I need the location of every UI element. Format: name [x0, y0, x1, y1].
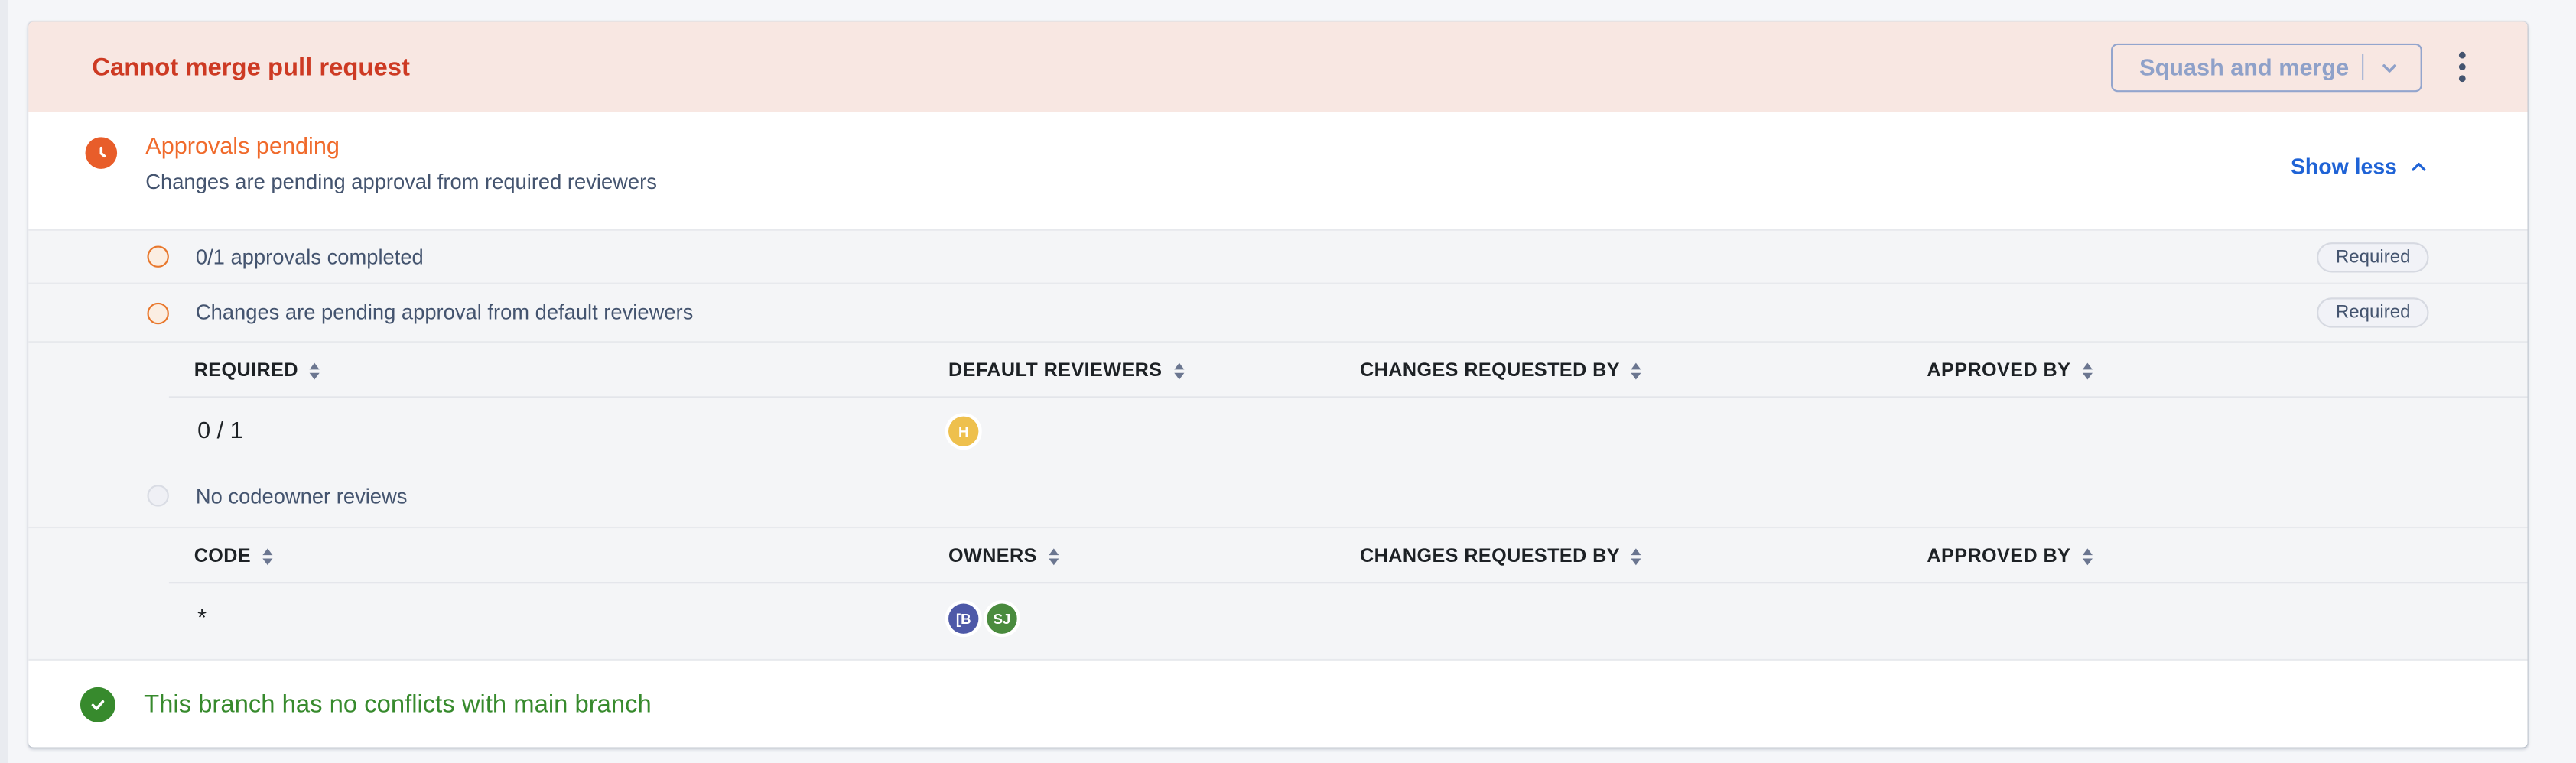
sort-icon[interactable] [1049, 547, 1059, 564]
no-conflicts-section: This branch has no conflicts with main b… [28, 659, 2527, 748]
column-header-code[interactable]: CODE [28, 546, 948, 566]
check-row-default-reviewers: Changes are pending approval from defaul… [28, 283, 2527, 342]
column-header-label: DEFAULT REVIEWERS [948, 360, 1162, 380]
sort-icon[interactable] [1631, 362, 1641, 378]
avatar[interactable]: SJ [987, 604, 1016, 634]
check-row-approvals-count: 0/1 approvals completed Required [28, 229, 2527, 283]
required-badge: Required [2317, 242, 2429, 271]
chevron-up-icon [2408, 156, 2428, 176]
required-reviewers-table: REQUIRED DEFAULT REVIEWERS CHANGES REQUE… [28, 341, 2527, 527]
sort-icon[interactable] [2083, 362, 2093, 378]
neutral-status-circle-icon [147, 485, 168, 506]
default-reviewers-avatars: H [948, 417, 1360, 446]
merge-status-card: Cannot merge pull request Squash and mer… [28, 21, 2527, 747]
approvals-pending-subtitle: Changes are pending approval from requir… [145, 167, 657, 197]
squash-and-merge-button[interactable]: Squash and merge [2111, 43, 2422, 91]
clock-icon [86, 137, 118, 169]
column-header-label: CODE [194, 546, 251, 566]
required-count-value: 0 / 1 [194, 417, 243, 443]
sort-icon[interactable] [2083, 547, 2093, 564]
table-header-row: CODE OWNERS CHANGES REQUESTED BY APPROVE… [28, 528, 2527, 583]
no-conflicts-message: This branch has no conflicts with main b… [144, 690, 652, 718]
merge-button-divider [2362, 54, 2363, 80]
table-header-row: REQUIRED DEFAULT REVIEWERS CHANGES REQUE… [28, 343, 2527, 398]
column-header-changes-requested-by[interactable]: CHANGES REQUESTED BY [1360, 546, 1927, 566]
sort-icon[interactable] [1631, 547, 1641, 564]
table-row: 0 / 1 H [28, 398, 2527, 465]
pending-status-circle-icon [147, 302, 168, 323]
column-header-approved-by[interactable]: APPROVED BY [1927, 360, 2527, 380]
codeowner-status-label: No codeowner reviews [196, 484, 408, 508]
cannot-merge-banner: Cannot merge pull request Squash and mer… [28, 21, 2527, 112]
column-header-label: CHANGES REQUESTED BY [1360, 360, 1620, 380]
column-header-default-reviewers[interactable]: DEFAULT REVIEWERS [948, 360, 1360, 380]
column-header-label: APPROVED BY [1927, 360, 2070, 380]
pending-status-circle-icon [147, 245, 168, 267]
page-left-gutter [0, 0, 8, 763]
owners-avatars: [B SJ [948, 604, 1360, 634]
check-label: 0/1 approvals completed [196, 245, 424, 268]
approvals-pending-section: Approvals pending Changes are pending ap… [28, 112, 2527, 229]
codeowners-table: CODE OWNERS CHANGES REQUESTED BY APPROVE… [28, 527, 2527, 659]
show-less-toggle[interactable]: Show less [2291, 154, 2429, 179]
code-pattern-value: * [194, 604, 207, 631]
chevron-down-icon[interactable] [2379, 56, 2400, 77]
more-options-kebab-icon[interactable] [2448, 43, 2477, 91]
sort-icon[interactable] [310, 362, 320, 378]
page: Cannot merge pull request Squash and mer… [0, 0, 2576, 763]
column-header-label: OWNERS [948, 546, 1037, 566]
column-header-label: REQUIRED [194, 360, 298, 380]
column-header-label: CHANGES REQUESTED BY [1360, 546, 1620, 566]
sort-icon[interactable] [262, 547, 272, 564]
check-circle-icon [80, 687, 115, 722]
table-row: * [B SJ [28, 583, 2527, 654]
merge-button-label: Squash and merge [2132, 54, 2351, 80]
column-header-changes-requested-by[interactable]: CHANGES REQUESTED BY [1360, 360, 1927, 380]
banner-title: Cannot merge pull request [92, 53, 410, 81]
avatar[interactable]: [B [948, 604, 978, 634]
column-header-required[interactable]: REQUIRED [28, 360, 948, 380]
approvals-pending-title: Approvals pending [145, 131, 657, 163]
avatar[interactable]: H [948, 417, 978, 446]
column-header-owners[interactable]: OWNERS [948, 546, 1360, 566]
column-header-approved-by[interactable]: APPROVED BY [1927, 546, 2527, 566]
check-label: Changes are pending approval from defaul… [196, 301, 693, 325]
column-header-label: APPROVED BY [1927, 546, 2070, 566]
sort-icon[interactable] [1174, 362, 1184, 378]
show-less-label: Show less [2291, 154, 2397, 179]
required-badge: Required [2317, 297, 2429, 327]
approvals-text-block: Approvals pending Changes are pending ap… [145, 131, 657, 197]
codeowner-status-row: No codeowner reviews [28, 465, 2527, 527]
